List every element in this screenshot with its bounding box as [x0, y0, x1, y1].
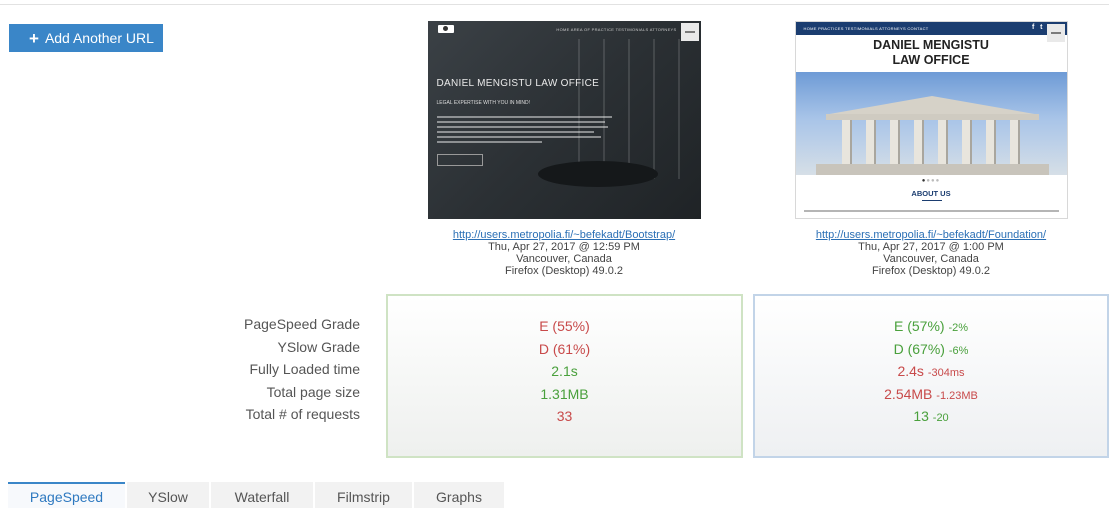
thumb-title-line1: DANIEL MENGISTU — [873, 38, 989, 52]
tab-filmstrip[interactable]: Filmstrip — [315, 482, 412, 508]
minimize-icon[interactable] — [680, 23, 699, 41]
tab-pagespeed[interactable]: PageSpeed — [8, 482, 125, 508]
report-tabs: PageSpeed YSlow Waterfall Filmstrip Grap… — [8, 482, 506, 508]
plus-icon: + — [29, 28, 39, 48]
tab-yslow[interactable]: YSlow — [127, 482, 209, 508]
metric-value: E (55%) — [539, 318, 590, 334]
metric-label: PageSpeed Grade — [244, 316, 360, 332]
site-url-link[interactable]: http://users.metropolia.fi/~befekadt/Fou… — [771, 229, 1091, 241]
metric-delta: -6% — [948, 344, 969, 357]
thumb-title-line2: LAW OFFICE — [892, 53, 970, 67]
metric-label: YSlow Grade — [277, 338, 360, 355]
metric-value: E (57%) -2% — [893, 318, 969, 334]
metric-value: D (67%) -6% — [893, 340, 969, 357]
site-column-1: HOME AREA OF PRACTICE TESTIMONIALS ATTOR… — [404, 21, 724, 277]
metric-delta: -304ms — [927, 367, 965, 379]
metric-label: Total page size — [266, 383, 360, 400]
thumb-subhead: LEGAL EXPERTISE WITH YOU IN MIND! — [436, 100, 531, 106]
thumb-section-title: ABOUT US — [911, 189, 951, 198]
site-meta: http://users.metropolia.fi/~befekadt/Fou… — [771, 229, 1091, 277]
metric-value: 1.31MB — [540, 385, 589, 402]
metric-delta: -20 — [932, 412, 949, 424]
minimize-icon[interactable] — [1046, 24, 1065, 42]
thumb-nav: HOME AREA OF PRACTICE TESTIMONIALS ATTOR… — [556, 27, 677, 32]
site-column-2: HOME PRACTICES TESTIMONIALS ATTORNEYS CO… — [771, 21, 1091, 277]
metric-value: 33 — [556, 408, 573, 424]
test-location: Vancouver, Canada — [516, 253, 612, 265]
site-meta: http://users.metropolia.fi/~befekadt/Boo… — [404, 229, 724, 277]
metric-value: 13 -20 — [913, 408, 949, 424]
site-screenshot-thumbnail[interactable]: HOME PRACTICES TESTIMONIALS ATTORNEYS CO… — [794, 21, 1068, 219]
metric-value: 2.54MB -1.23MB — [884, 385, 978, 402]
tab-graphs[interactable]: Graphs — [414, 482, 504, 508]
test-date: Thu, Apr 27, 2017 @ 12:59 PM — [488, 241, 640, 253]
metric-label: Total # of requests — [245, 406, 360, 422]
add-url-label: Add Another URL — [44, 30, 154, 46]
top-divider — [0, 4, 1109, 5]
site-screenshot-thumbnail[interactable]: HOME AREA OF PRACTICE TESTIMONIALS ATTOR… — [427, 21, 701, 219]
metric-value: 2.4s -304ms — [897, 363, 965, 379]
metric-value: D (61%) — [538, 340, 591, 357]
thumb-headline: DANIEL MENGISTU LAW OFFICE — [436, 78, 600, 89]
thumb-paragraph — [436, 116, 612, 146]
test-location: Vancouver, Canada — [883, 253, 979, 265]
metrics-panel-site-1: E (55%) D (61%) 2.1s 1.31MB 33 — [386, 294, 743, 458]
test-browser: Firefox (Desktop) 49.0.2 — [505, 265, 623, 277]
metric-delta: -1.23MB — [936, 389, 978, 402]
carousel-dots: ●●●● — [921, 178, 941, 184]
test-browser: Firefox (Desktop) 49.0.2 — [872, 265, 990, 277]
social-icons: f t — [1032, 24, 1043, 31]
thumb-read-more-button — [436, 154, 483, 166]
metric-labels: PageSpeed Grade YSlow Grade Fully Loaded… — [180, 313, 360, 426]
tab-waterfall[interactable]: Waterfall — [211, 482, 313, 508]
site-url-link[interactable]: http://users.metropolia.fi/~befekadt/Boo… — [404, 229, 724, 241]
metric-delta: -2% — [948, 322, 969, 334]
metric-value: 2.1s — [551, 363, 578, 379]
test-date: Thu, Apr 27, 2017 @ 1:00 PM — [858, 241, 1004, 253]
metrics-panel-site-2: E (57%) -2% D (67%) -6% 2.4s -304ms 2.54… — [753, 294, 1109, 458]
metric-label: Fully Loaded time — [249, 361, 360, 377]
add-another-url-button[interactable]: + Add Another URL — [9, 24, 163, 52]
thumb-paragraph — [803, 210, 1059, 212]
thumb-logo-icon — [437, 25, 454, 33]
thumb-courthouse-image — [795, 72, 1067, 175]
thumb-nav: HOME PRACTICES TESTIMONIALS ATTORNEYS CO… — [803, 26, 929, 31]
